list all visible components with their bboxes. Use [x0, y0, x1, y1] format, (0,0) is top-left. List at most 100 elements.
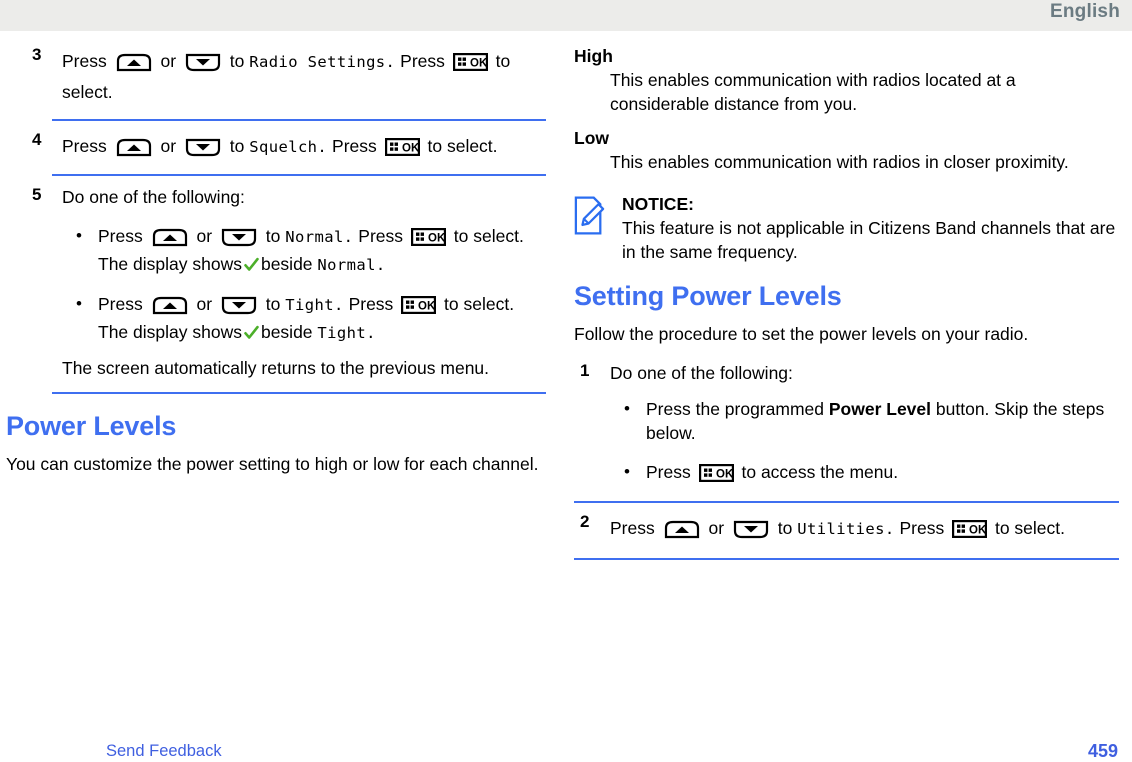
header-language-label: English — [1049, 1, 1120, 22]
arrow-down-key-icon[interactable] — [220, 294, 258, 315]
arrow-down-key-icon[interactable] — [732, 518, 770, 539]
arrow-down-key-icon[interactable] — [220, 226, 258, 247]
display-text: beside — [260, 254, 313, 274]
step-text: to select. — [427, 136, 498, 156]
step-item: 4 Press or to Squelch. Press to select. — [26, 129, 546, 168]
step-text: to select. — [994, 518, 1066, 538]
arrow-down-key-icon[interactable] — [184, 136, 222, 157]
menu-target-text: Normal. — [317, 256, 386, 274]
step-divider — [574, 501, 1119, 503]
display-result-line: The display shows beside Tight. — [98, 320, 546, 345]
step-text: or — [160, 51, 177, 71]
display-text: The display shows — [98, 322, 242, 342]
section-setting-power-levels: Setting Power Levels Follow the procedur… — [574, 280, 1119, 346]
menu-target-text: Utilities. — [797, 520, 895, 538]
step-text: Press — [400, 51, 445, 71]
step-text: Press — [62, 136, 107, 156]
bullet-text: or — [196, 226, 213, 246]
notice-pencil-icon — [574, 192, 608, 264]
step-number: 1 — [580, 361, 590, 380]
page-number: 459 — [1087, 741, 1118, 761]
step-divider — [574, 558, 1119, 560]
bullet-text: to access the menu. — [741, 462, 899, 482]
step-number: 3 — [32, 45, 42, 64]
notice-content: NOTICE: This feature is not applicable i… — [622, 192, 1119, 264]
step-item: 3 Press or to Radio Settings. Press to s… — [26, 44, 546, 113]
arrow-down-key-icon[interactable] — [184, 51, 222, 72]
menu-ok-key-icon[interactable] — [384, 135, 421, 156]
menu-ok-key-icon[interactable] — [401, 293, 438, 314]
menu-ok-key-icon[interactable] — [452, 50, 489, 72]
step-text: Press — [899, 518, 945, 538]
arrow-up-key-icon[interactable] — [115, 51, 153, 72]
list-item: Press or to Tight. Press to select. The … — [62, 289, 546, 345]
step-body: Press or to Utilities. Press to select. — [610, 513, 1119, 544]
step-text: to — [229, 51, 245, 71]
list-item: Press the programmed Power Level button.… — [610, 397, 1119, 445]
bullet-text: Press — [98, 294, 143, 314]
step-item: 5 Do one of the following: Press or to N… — [26, 184, 546, 386]
step-intro: Do one of the following: — [62, 187, 245, 207]
send-feedback-link[interactable]: Send Feedback — [106, 740, 222, 762]
list-item: Press to access the menu. — [610, 457, 1119, 487]
menu-ok-key-icon[interactable] — [698, 461, 735, 482]
display-text: The display shows — [98, 254, 242, 274]
page-header-band — [0, 0, 1132, 31]
page-footer: Send Feedback 459 — [0, 720, 1132, 762]
step-item: 1 Do one of the following: Press the pro… — [574, 360, 1119, 493]
notice-box: NOTICE: This feature is not applicable i… — [574, 192, 1119, 264]
page-title: Setting Power Levels — [574, 281, 842, 311]
step-divider — [52, 392, 546, 394]
step-body: Press or to Squelch. Press to select. — [62, 131, 546, 162]
arrow-up-key-icon[interactable] — [115, 136, 153, 157]
step-intro: Do one of the following: — [610, 363, 793, 383]
menu-target-text: Tight. — [317, 324, 376, 342]
green-check-icon — [244, 322, 259, 339]
menu-target-text: Tight. — [285, 296, 344, 314]
green-check-icon — [244, 254, 259, 271]
step-text: to — [229, 136, 245, 156]
display-text: beside — [260, 322, 313, 342]
section-paragraph: Follow the procedure to set the power le… — [574, 324, 1029, 344]
arrow-up-key-icon[interactable] — [151, 294, 189, 315]
bullet-text: Press — [646, 462, 691, 482]
notice-text: This feature is not applicable in Citize… — [622, 218, 1116, 262]
bullet-text: to select. — [453, 226, 524, 246]
definition-list: High This enables communication with rad… — [574, 44, 1119, 174]
step-text: to — [777, 518, 793, 538]
bullet-text: or — [196, 294, 213, 314]
list-item: Press or to Normal. Press to select. The… — [62, 221, 546, 277]
step-closing-note: The screen automatically returns to the … — [62, 358, 490, 378]
section-power-levels: Power Levels You can customize the power… — [6, 410, 546, 476]
definition-description: This enables communication with radios l… — [610, 70, 1016, 114]
step-item: 2 Press or to Utilities. Press to select… — [574, 511, 1119, 550]
bullet-text: Press — [348, 294, 394, 314]
menu-target-text: Squelch. — [249, 138, 328, 156]
page-title: Power Levels — [6, 411, 177, 441]
bullet-text: Press — [358, 226, 404, 246]
menu-ok-key-icon[interactable] — [410, 225, 447, 246]
step-number: 2 — [580, 512, 590, 531]
bullet-bold-term: Power Level — [828, 399, 932, 419]
step-number: 4 — [32, 130, 42, 149]
step-text: Press — [332, 136, 377, 156]
step-text: or — [160, 136, 177, 156]
bullet-text: to — [265, 226, 281, 246]
definition-term: Low — [574, 128, 609, 148]
bullet-text: to select. — [444, 294, 515, 314]
arrow-up-key-icon[interactable] — [663, 518, 701, 539]
step-text: or — [708, 518, 725, 538]
step-divider — [52, 174, 546, 176]
left-column: 3 Press or to Radio Settings. Press to s… — [6, 44, 546, 476]
document-page: English 3 Press or to Radio Settings. Pr… — [0, 0, 1132, 762]
definition-description: This enables communication with radios i… — [610, 152, 1069, 172]
step-divider — [52, 119, 546, 121]
section-paragraph: You can customize the power setting to h… — [6, 454, 539, 474]
menu-ok-key-icon[interactable] — [952, 517, 989, 539]
step-text: Press — [62, 51, 107, 71]
display-result-line: The display shows beside Normal. — [98, 252, 546, 277]
bullet-text: Press the programmed — [646, 399, 824, 419]
menu-target-text: Radio Settings. — [249, 53, 396, 71]
bullet-text: to — [265, 294, 281, 314]
arrow-up-key-icon[interactable] — [151, 226, 189, 247]
